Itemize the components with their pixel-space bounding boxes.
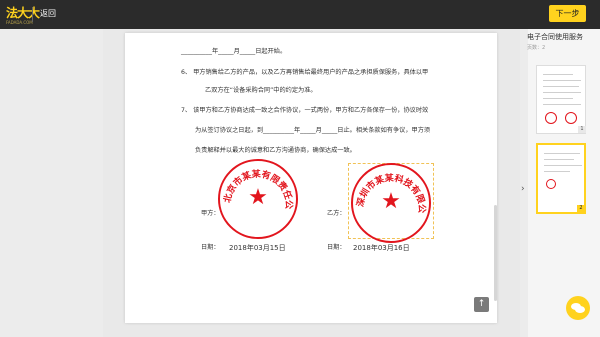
party-b-label: 乙方： (327, 210, 346, 217)
page-number-badge: 2 (577, 205, 585, 212)
thumb-text-line (543, 74, 573, 75)
logo-subtitle: FADADA.COM (6, 20, 33, 25)
thumb-text-line (543, 104, 581, 105)
party-b-date-label: 日期： (327, 244, 346, 251)
thumb-seal (546, 179, 556, 189)
thumb-seal (545, 112, 557, 124)
contract-line: __________年_____月_____日起开始。 (181, 48, 287, 55)
clause-7-line-2: 为从签订协议之日起，到__________年_____月_____日止。相关条款… (195, 127, 431, 134)
scrollbar[interactable] (494, 205, 497, 301)
header-divider (32, 7, 33, 22)
panel-title: 电子合同使用服务 (527, 33, 583, 41)
thumb-text-line (543, 98, 573, 99)
back-link[interactable]: 返回 (40, 8, 56, 20)
star-icon: ★ (381, 189, 401, 214)
party-a-seal: 北京市某某有限责任公司 ★ (218, 159, 298, 239)
thumb-text-line (544, 153, 580, 154)
page-number-badge: 1 (578, 126, 586, 133)
thumb-seal (565, 112, 577, 124)
thumb-text-line (543, 86, 579, 87)
thumb-text-line (543, 80, 581, 81)
page-thumbnail-2[interactable]: 2 (536, 143, 586, 214)
clause-6-line-2: 乙双方在“设备采购合同”中的约定为准。 (205, 87, 317, 94)
party-a-date-label: 日期： (201, 244, 220, 251)
top-bar (0, 0, 600, 29)
chat-bubble-shape (575, 306, 585, 313)
party-a-date-value: 2018年03月15日 (229, 244, 286, 252)
next-step-button[interactable]: 下一步 (549, 5, 586, 22)
clause-6-line-1: 6、 甲方销售给乙方的产品，以及乙方再销售给最终用户的产品之承担质保服务，具体以… (181, 69, 429, 76)
chevron-right-icon[interactable]: › (521, 184, 525, 194)
party-b-seal[interactable]: 深圳市某某科技有限公司 ★ (351, 163, 431, 243)
thumb-text-line (544, 159, 574, 160)
party-a-label: 甲方： (201, 210, 220, 217)
page-count: 页数：2 (527, 45, 546, 51)
logo: 法大大 (6, 6, 40, 20)
page-thumbnail-1[interactable]: 1 (536, 65, 586, 134)
thumb-text-line (544, 171, 570, 172)
party-b-date-value: 2018年03月16日 (353, 244, 410, 252)
chat-bubble-icon[interactable] (566, 296, 590, 320)
star-icon: ★ (248, 185, 268, 210)
clause-7-line-1: 7、 该甲方和乙方协商达成一致之合作协议，一式两份，甲方和乙方各保存一份，协议时… (181, 107, 429, 114)
arrow-up-icon[interactable]: ↑ (474, 297, 489, 312)
thumb-text-line (543, 92, 581, 93)
thumb-text-line (544, 165, 582, 166)
clause-7-line-3: 负责解释并以最大的诚意和乙方沟通协商，确保达成一致。 (195, 147, 356, 154)
